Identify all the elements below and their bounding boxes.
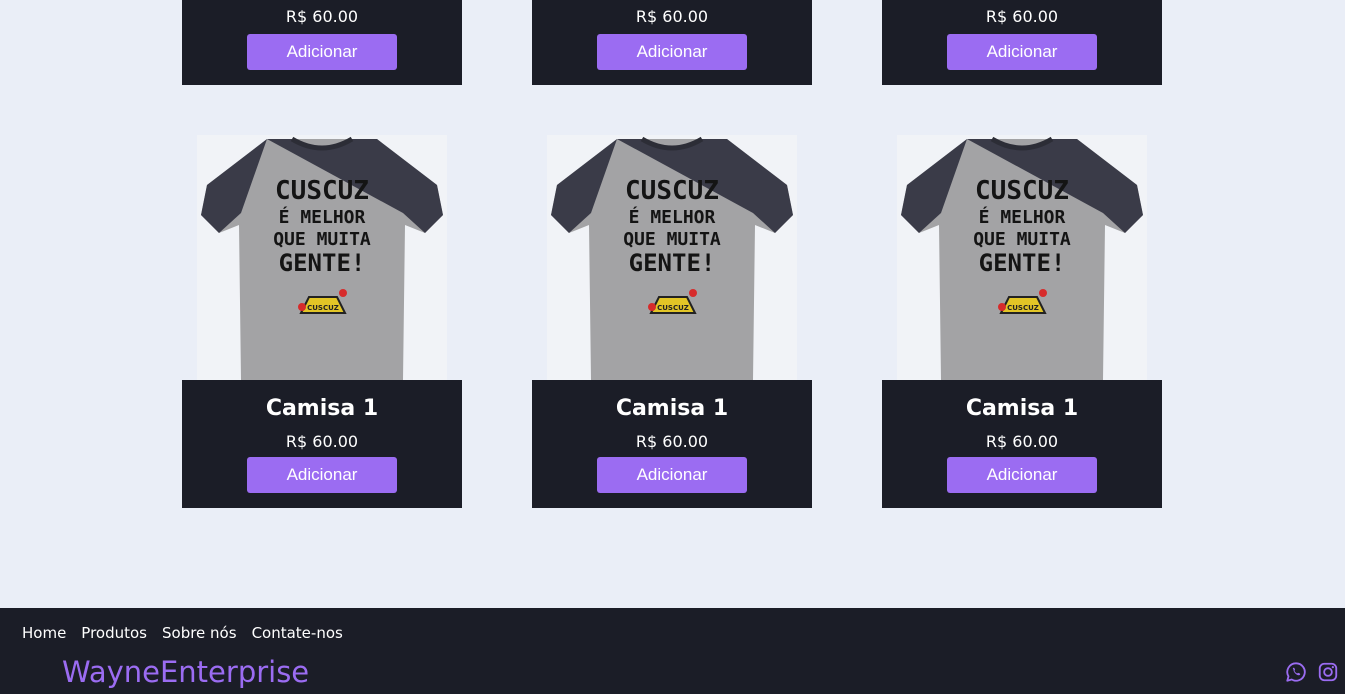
- nav-link-sobre-nos[interactable]: Sobre nós: [162, 623, 237, 643]
- social-links: [1285, 661, 1339, 683]
- product-image[interactable]: CUSCUZ É MELHOR QUE MUITA GENTE! CUSCUZ: [197, 135, 447, 380]
- shirt-badge-text: CUSCUZ: [1007, 304, 1039, 312]
- product-price: R$ 60.00: [635, 432, 709, 451]
- nav-link-home[interactable]: Home: [22, 623, 66, 643]
- shirt-text-line: É MELHOR: [279, 206, 366, 228]
- brand-logo[interactable]: WayneEnterprise: [62, 652, 309, 692]
- tshirt-image: CUSCUZ É MELHOR QUE MUITA GENTE! CUSCUZ: [547, 135, 797, 380]
- product-price: R$ 60.00: [985, 432, 1059, 451]
- add-button[interactable]: Adicionar: [247, 457, 397, 493]
- shirt-badge-text: CUSCUZ: [657, 304, 689, 312]
- shirt-text-line: CUSCUZ: [975, 176, 1069, 206]
- product-card: CUSCUZ É MELHOR QUE MUITA GENTE! CUSCUZ …: [532, 135, 812, 508]
- nav-link-contate-nos[interactable]: Contate-nos: [252, 623, 343, 643]
- instagram-icon[interactable]: [1317, 661, 1339, 683]
- shirt-text-line: GENTE!: [979, 249, 1066, 277]
- product-card: R$ 60.00 Adicionar: [532, 0, 812, 85]
- product-name: Camisa 1: [265, 396, 379, 421]
- shirt-text-line: CUSCUZ: [275, 176, 369, 206]
- product-card: R$ 60.00 Adicionar: [882, 0, 1162, 85]
- shirt-text-line: É MELHOR: [629, 206, 716, 228]
- tshirt-image: CUSCUZ É MELHOR QUE MUITA GENTE! CUSCUZ: [197, 135, 447, 380]
- product-image[interactable]: CUSCUZ É MELHOR QUE MUITA GENTE! CUSCUZ: [897, 135, 1147, 380]
- footer-nav: Home Produtos Sobre nós Contate-nos: [22, 623, 343, 643]
- shirt-text-line: GENTE!: [279, 249, 366, 277]
- shirt-badge-text: CUSCUZ: [307, 304, 339, 312]
- product-price: R$ 60.00: [985, 7, 1059, 26]
- product-card: CUSCUZ É MELHOR QUE MUITA GENTE! CUSCUZ …: [182, 135, 462, 508]
- add-button[interactable]: Adicionar: [247, 34, 397, 70]
- product-card: CUSCUZ É MELHOR QUE MUITA GENTE! CUSCUZ …: [882, 135, 1162, 508]
- shirt-text-line: GENTE!: [629, 249, 716, 277]
- shirt-text-line: É MELHOR: [979, 206, 1066, 228]
- tshirt-image: CUSCUZ É MELHOR QUE MUITA GENTE! CUSCUZ: [897, 135, 1147, 380]
- product-image[interactable]: CUSCUZ É MELHOR QUE MUITA GENTE! CUSCUZ: [547, 135, 797, 380]
- product-name: Camisa 1: [615, 396, 729, 421]
- product-price: R$ 60.00: [285, 7, 359, 26]
- product-price: R$ 60.00: [285, 432, 359, 451]
- nav-link-produtos[interactable]: Produtos: [81, 623, 147, 643]
- shirt-text-line: QUE MUITA: [973, 229, 1071, 250]
- product-name: Camisa 1: [965, 396, 1079, 421]
- product-card: R$ 60.00 Adicionar: [182, 0, 462, 85]
- shirt-text-line: QUE MUITA: [623, 229, 721, 250]
- add-button[interactable]: Adicionar: [597, 34, 747, 70]
- shirt-text-line: QUE MUITA: [273, 229, 371, 250]
- whatsapp-icon[interactable]: [1285, 661, 1307, 683]
- product-image-area: CUSCUZ É MELHOR QUE MUITA GENTE! CUSCUZ: [182, 135, 462, 380]
- add-button[interactable]: Adicionar: [947, 34, 1097, 70]
- product-price: R$ 60.00: [635, 7, 709, 26]
- product-image-area: CUSCUZ É MELHOR QUE MUITA GENTE! CUSCUZ: [882, 135, 1162, 380]
- shirt-text-line: CUSCUZ: [625, 176, 719, 206]
- add-button[interactable]: Adicionar: [947, 457, 1097, 493]
- add-button[interactable]: Adicionar: [597, 457, 747, 493]
- product-image-area: CUSCUZ É MELHOR QUE MUITA GENTE! CUSCUZ: [532, 135, 812, 380]
- footer: Home Produtos Sobre nós Contate-nos Wayn…: [0, 608, 1345, 694]
